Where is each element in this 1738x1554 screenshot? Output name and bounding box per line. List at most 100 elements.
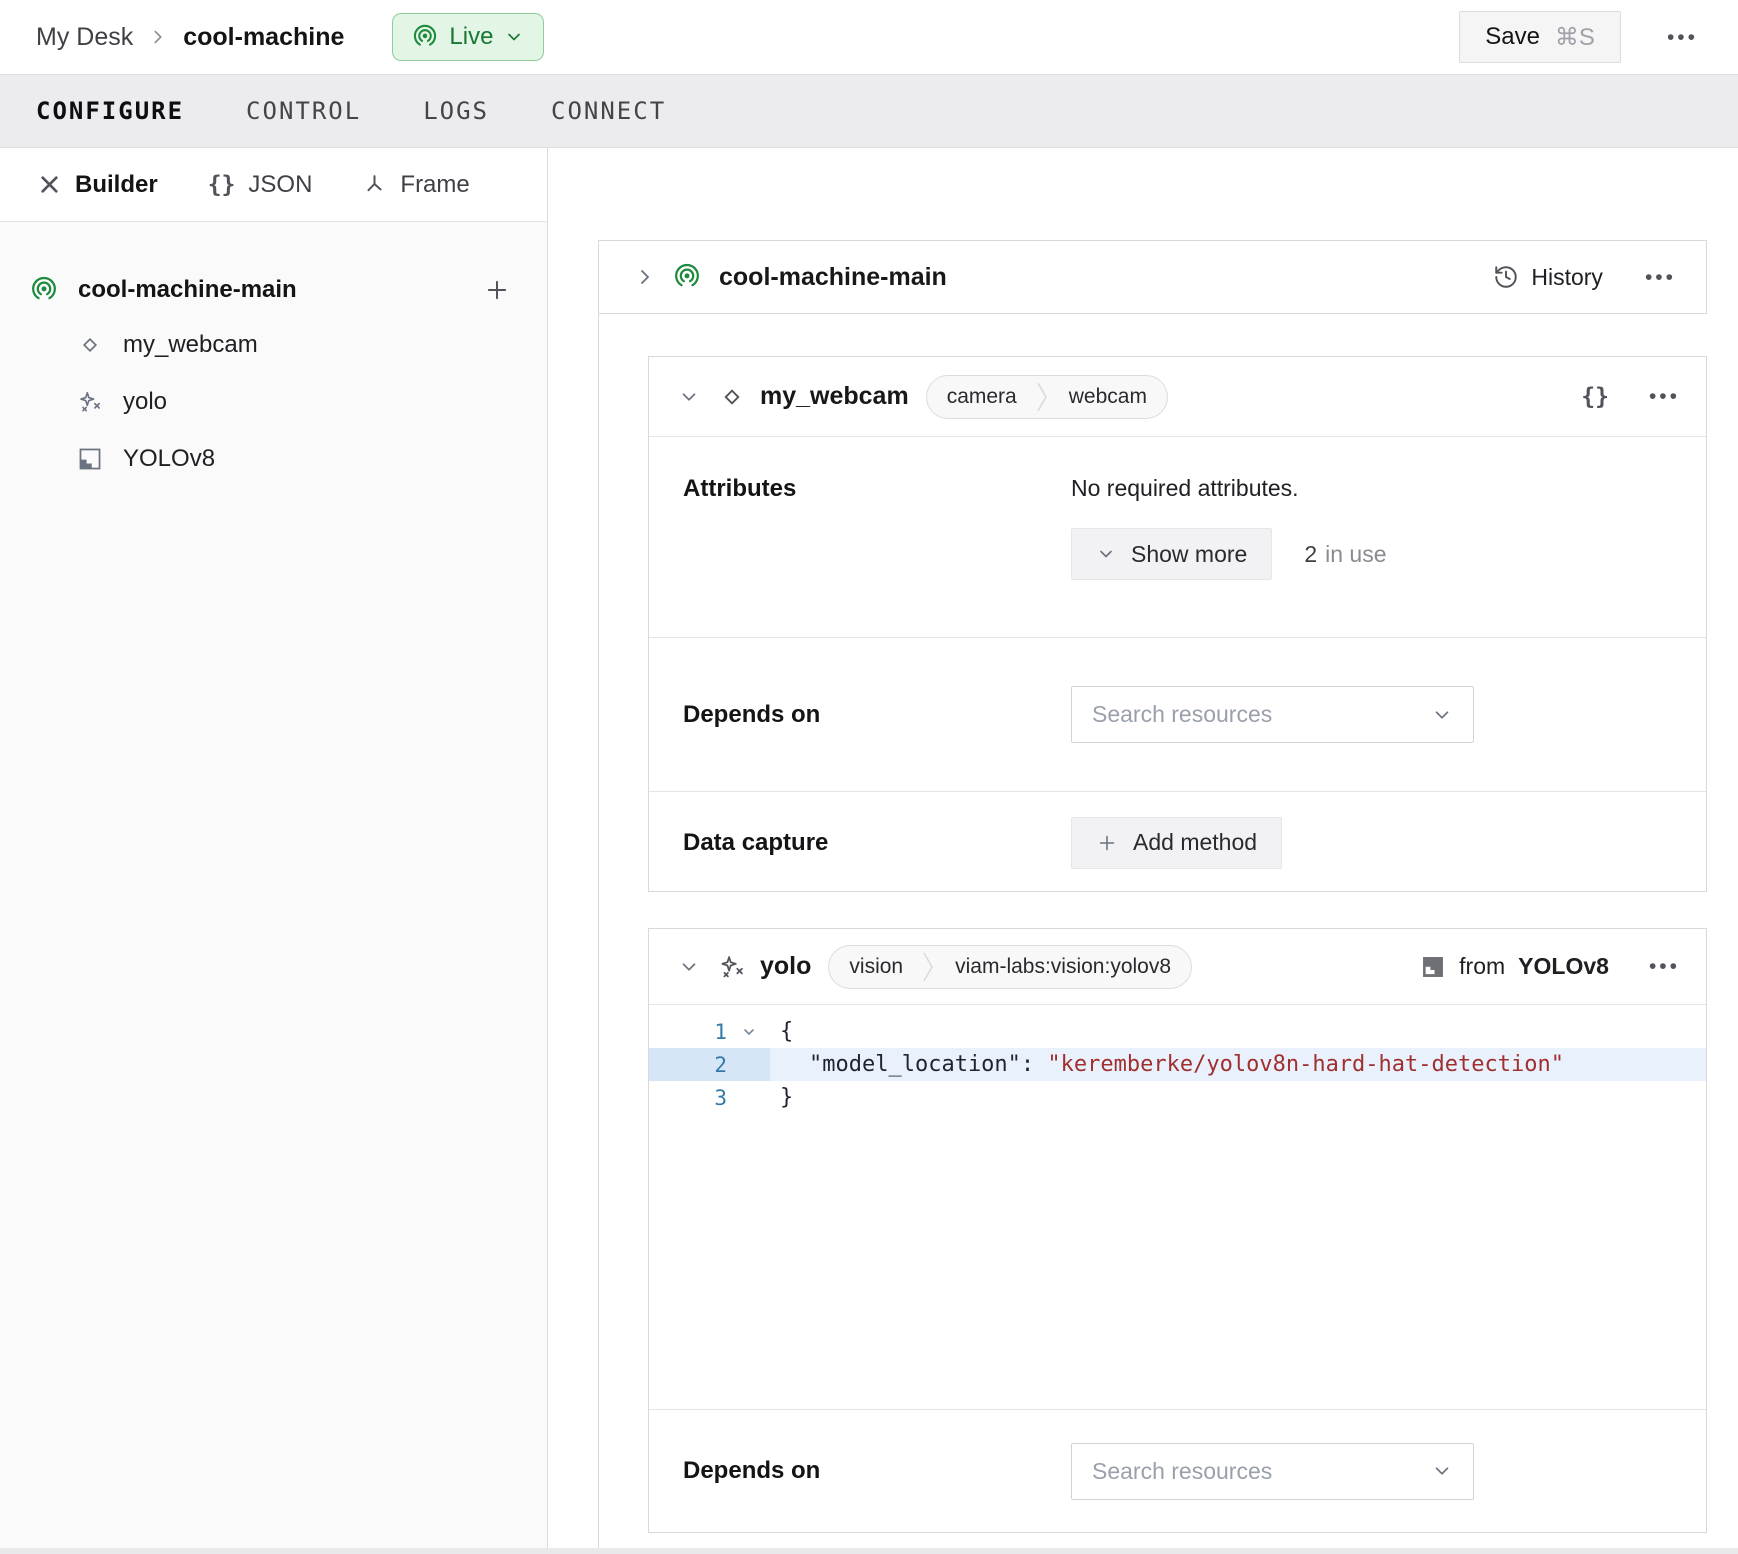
chevron-right-icon[interactable] — [633, 265, 657, 289]
depends-on-label: Depends on — [683, 701, 1071, 729]
sidebar-item-yolo[interactable]: yolo — [0, 373, 547, 430]
chevron-down-icon — [504, 27, 524, 47]
from-module-name: YOLOv8 — [1518, 953, 1609, 980]
show-more-button[interactable]: Show more — [1071, 528, 1272, 580]
main-nav-tabs: CONFIGURE CONTROL LOGS CONNECT — [0, 75, 1738, 148]
sidebar-item-yolov8-module[interactable]: YOLOv8 — [0, 430, 547, 487]
broadcast-icon — [412, 24, 438, 50]
camera-component-icon — [77, 332, 103, 358]
show-more-label: Show more — [1131, 541, 1247, 568]
service-overflow-menu[interactable]: ••• — [1649, 956, 1680, 977]
code-text: { — [780, 1019, 793, 1044]
service-model: viam-labs:vision:yolov8 — [935, 955, 1191, 979]
history-button[interactable]: History — [1493, 264, 1603, 291]
depends-on-section: Depends on Search resources — [649, 637, 1706, 791]
sidebar-item-label: yolo — [123, 388, 167, 416]
live-status-label: Live — [449, 23, 493, 51]
line-number: 2 — [649, 1053, 727, 1077]
component-name: my_webcam — [760, 382, 909, 411]
view-mode-switcher: Builder {} JSON Frame — [0, 148, 547, 222]
pill-divider-icon — [923, 945, 935, 989]
mode-json-label: JSON — [248, 171, 312, 199]
in-use-count: 2 — [1304, 541, 1317, 567]
component-type: camera — [927, 385, 1037, 409]
save-button[interactable]: Save ⌘S — [1459, 11, 1621, 63]
tab-connect[interactable]: CONNECT — [551, 97, 666, 125]
attributes-section: Attributes No required attributes. Show … — [649, 437, 1706, 637]
chevron-down-icon — [1096, 544, 1116, 564]
part-overflow-menu[interactable]: ••• — [1645, 267, 1676, 288]
tab-configure[interactable]: CONFIGURE — [36, 97, 184, 125]
line-number: 1 — [649, 1020, 727, 1044]
depends-on-placeholder: Search resources — [1092, 701, 1272, 728]
service-type: vision — [829, 955, 923, 979]
mode-json[interactable]: {} JSON — [208, 171, 313, 199]
depends-on-select[interactable]: Search resources — [1071, 686, 1474, 743]
code-line-highlighted: 2 "model_location": "keremberke/yolov8n-… — [649, 1048, 1706, 1081]
code-text: } — [780, 1085, 793, 1110]
module-icon — [77, 446, 103, 472]
breadcrumb-root[interactable]: My Desk — [36, 23, 133, 52]
depends-on-select[interactable]: Search resources — [1071, 1443, 1474, 1500]
add-component-icon[interactable] — [483, 276, 511, 304]
live-status-dropdown[interactable]: Live — [392, 13, 544, 61]
mode-builder[interactable]: Builder — [37, 171, 158, 199]
machine-part-title: cool-machine-main — [719, 263, 947, 292]
code-separator: : — [1021, 1052, 1048, 1077]
add-method-button[interactable]: Add method — [1071, 817, 1282, 869]
json-braces-icon: {} — [208, 172, 236, 198]
attributes-label: Attributes — [683, 475, 1071, 503]
fold-chevron-icon[interactable] — [727, 1024, 770, 1040]
vision-sparkles-icon — [77, 389, 103, 415]
tab-control[interactable]: CONTROL — [246, 97, 361, 125]
depends-on-label: Depends on — [683, 1457, 1071, 1485]
in-use-suffix: in use — [1325, 541, 1386, 567]
code-key: "model_location" — [809, 1052, 1021, 1077]
tree-root-machine-part[interactable]: cool-machine-main — [0, 264, 547, 316]
sidebar-item-label: YOLOv8 — [123, 445, 215, 473]
sidebar-item-my-webcam[interactable]: my_webcam — [0, 316, 547, 373]
service-card-header: yolo vision viam-labs:vision:yolov8 from… — [649, 929, 1706, 1005]
tree-connector-line — [598, 314, 599, 1554]
mode-frame-label: Frame — [400, 171, 469, 199]
from-prefix: from — [1459, 953, 1505, 980]
machine-part-icon — [30, 276, 58, 304]
attributes-json-editor[interactable]: 1 { 2 "model_location": "keremberke/yolo… — [649, 1005, 1706, 1409]
tree-root-label: cool-machine-main — [78, 276, 297, 304]
resource-tree: cool-machine-main my_webcam yolo — [0, 222, 547, 487]
edit-json-icon[interactable]: {} — [1581, 384, 1609, 410]
mode-frame[interactable]: Frame — [362, 171, 469, 199]
save-button-label: Save — [1485, 23, 1540, 51]
service-type-pill: vision viam-labs:vision:yolov8 — [828, 945, 1192, 989]
topbar-overflow-menu[interactable]: ••• — [1667, 27, 1698, 48]
service-name: yolo — [760, 952, 811, 981]
collapse-chevron-icon[interactable] — [678, 386, 700, 408]
machine-part-header: cool-machine-main History ••• — [598, 240, 1707, 314]
component-overflow-menu[interactable]: ••• — [1649, 386, 1680, 407]
from-module-link[interactable]: from YOLOv8 — [1420, 953, 1609, 980]
attributes-in-use: 2 in use — [1304, 541, 1386, 568]
component-card-header: my_webcam camera webcam {} ••• — [649, 357, 1706, 437]
attributes-empty-text: No required attributes. — [1071, 475, 1676, 502]
tab-logs[interactable]: LOGS — [423, 97, 489, 125]
component-card-my-webcam: my_webcam camera webcam {} ••• Attribute… — [648, 356, 1707, 892]
code-line: 3 } — [649, 1081, 1706, 1114]
depends-on-placeholder: Search resources — [1092, 1458, 1272, 1485]
vision-sparkles-icon — [718, 953, 746, 981]
module-icon — [1420, 954, 1446, 980]
top-bar: My Desk cool-machine Live Save ⌘S ••• — [0, 0, 1738, 75]
history-icon — [1493, 264, 1519, 290]
builder-tools-icon — [37, 172, 62, 197]
collapse-chevron-icon[interactable] — [678, 956, 700, 978]
plus-icon — [1096, 832, 1118, 854]
add-method-label: Add method — [1133, 829, 1257, 856]
machine-part-icon — [673, 263, 701, 291]
code-line: 1 { — [649, 1015, 1706, 1048]
code-string-value: "keremberke/yolov8n-hard-hat-detection" — [1047, 1052, 1564, 1077]
mode-builder-label: Builder — [75, 171, 158, 199]
line-number: 3 — [649, 1086, 727, 1110]
breadcrumb-machine-name: cool-machine — [183, 23, 344, 52]
data-capture-label: Data capture — [683, 829, 1071, 857]
save-shortcut-hint: ⌘S — [1555, 23, 1595, 52]
breadcrumb-chevron-icon — [147, 26, 169, 48]
